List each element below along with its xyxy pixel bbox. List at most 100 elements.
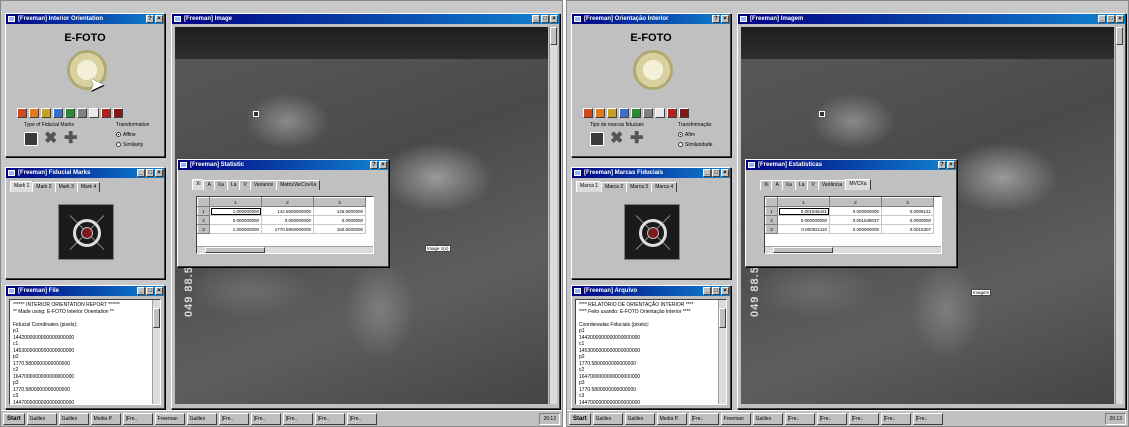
window-titlebar[interactable]: [Freeman] Arquivo _ □ × bbox=[572, 286, 730, 296]
maximize-button[interactable]: □ bbox=[712, 287, 720, 295]
close-button[interactable]: × bbox=[155, 287, 163, 295]
report-icon[interactable] bbox=[77, 108, 87, 118]
grid-cell[interactable]: 0.000000000 bbox=[829, 206, 882, 216]
minimize-button[interactable]: _ bbox=[137, 169, 145, 177]
taskbar-button[interactable]: Freeman bbox=[720, 412, 751, 425]
exit-icon[interactable] bbox=[113, 108, 123, 118]
close-button[interactable]: × bbox=[1116, 15, 1124, 23]
close-button[interactable]: × bbox=[155, 169, 163, 177]
window-titlebar[interactable]: [Freeman] Marcas Fiduciais _ □ × bbox=[572, 168, 730, 178]
taskbar-button[interactable]: [Fre.. bbox=[346, 412, 377, 425]
taskbar-button[interactable]: [Fre.. bbox=[250, 412, 281, 425]
maximize-button[interactable]: □ bbox=[712, 169, 720, 177]
grid-horizontal-scrollbar[interactable] bbox=[197, 246, 373, 253]
calculate-icon[interactable] bbox=[631, 108, 641, 118]
image-scrollbar[interactable] bbox=[549, 27, 557, 404]
help-button[interactable]: ? bbox=[146, 15, 154, 23]
window-titlebar[interactable]: [Freeman] Image _ □ × bbox=[172, 14, 559, 24]
maximize-button[interactable]: □ bbox=[146, 287, 154, 295]
tab-mark-4[interactable]: Marca 4 bbox=[651, 182, 678, 192]
grid-horizontal-scrollbar[interactable] bbox=[765, 246, 941, 253]
close-button[interactable]: × bbox=[721, 15, 729, 23]
tab-mark-2[interactable]: Marca 2 bbox=[601, 182, 628, 192]
help-button[interactable]: ? bbox=[370, 161, 378, 169]
grid-cell[interactable]: 1770.5800000000 bbox=[261, 224, 314, 234]
grid-cell[interactable]: 0.000921110 bbox=[777, 224, 830, 234]
window-titlebar[interactable]: [Freeman] Statistic ? × bbox=[178, 160, 388, 170]
tab-variance[interactable]: Variance bbox=[249, 180, 278, 190]
close-button[interactable]: × bbox=[155, 15, 163, 23]
affine-radio[interactable]: Affine bbox=[116, 132, 136, 138]
zoom-icon[interactable] bbox=[53, 108, 63, 118]
taskbar-button[interactable]: [Fre.. bbox=[848, 412, 879, 425]
start-button[interactable]: Start bbox=[569, 412, 591, 425]
save-icon[interactable] bbox=[607, 108, 617, 118]
window-titlebar[interactable]: [Freeman] Estatísticas ? × bbox=[746, 160, 956, 170]
tab-variance[interactable]: Variância bbox=[817, 180, 847, 190]
marker-icon[interactable] bbox=[101, 108, 111, 118]
help-button[interactable]: ? bbox=[712, 15, 720, 23]
grid-cell[interactable]: 0.0000000 bbox=[313, 215, 366, 225]
window-titlebar[interactable]: [Freeman] Fiducial Marks _ □ × bbox=[6, 168, 164, 178]
tab-xa[interactable]: Xa bbox=[213, 180, 228, 190]
affine-radio[interactable]: Afim bbox=[678, 132, 695, 138]
grid-cell[interactable]: 0.000000000 bbox=[829, 224, 882, 234]
tab-la[interactable]: La bbox=[226, 180, 241, 190]
window-titlebar[interactable]: [Freeman] Orientação Interior ? × bbox=[572, 14, 730, 24]
tab-mark-1[interactable]: Marca 1 bbox=[576, 181, 603, 192]
tab-mark-2[interactable]: Mark 2 bbox=[32, 182, 56, 192]
grid-cell[interactable]: 0.000000000 bbox=[777, 215, 830, 225]
grid-cell[interactable]: 0.0000000 bbox=[881, 215, 934, 225]
tab-mark-1[interactable]: Mark 1 bbox=[10, 181, 34, 192]
window-titlebar[interactable]: [Freeman] Imagem _ □ × bbox=[738, 14, 1125, 24]
close-button[interactable]: × bbox=[721, 287, 729, 295]
grid-cell[interactable]: 0.0005121 bbox=[881, 206, 934, 216]
grid-cell[interactable]: 0.000000000 bbox=[261, 215, 314, 225]
help-button[interactable]: ? bbox=[938, 161, 946, 169]
taskbar-button[interactable]: Galileo bbox=[752, 412, 783, 425]
taskbar-button[interactable]: [Fre.. bbox=[218, 412, 249, 425]
statistics-grid[interactable]: 1 2 3 1 0.001546421 0.000000000 0.000512… bbox=[764, 196, 942, 254]
marker-icon[interactable] bbox=[667, 108, 677, 118]
grid-cell[interactable]: 0.001546421 bbox=[777, 206, 830, 216]
calculate-icon[interactable] bbox=[65, 108, 75, 118]
system-tray-clock[interactable]: 20:13 bbox=[539, 412, 560, 425]
taskbar-button[interactable]: Galileo bbox=[58, 412, 89, 425]
close-button[interactable]: × bbox=[721, 169, 729, 177]
fiducial-type-plus-icon[interactable]: ✚ bbox=[630, 131, 646, 147]
report-scrollbar[interactable] bbox=[718, 300, 726, 404]
taskbar-button[interactable]: [Fre.. bbox=[122, 412, 153, 425]
taskbar-button[interactable]: [Fre.. bbox=[688, 412, 719, 425]
taskbar-button[interactable]: Galileo bbox=[624, 412, 655, 425]
exit-icon[interactable] bbox=[679, 108, 689, 118]
similarity-radio[interactable]: Similarity bbox=[116, 142, 143, 148]
save-icon[interactable] bbox=[41, 108, 51, 118]
tab-xa[interactable]: Xa bbox=[781, 180, 796, 190]
grid-cell[interactable]: 0.0015307 bbox=[881, 224, 934, 234]
grid-cell[interactable]: 1.000000000 bbox=[209, 224, 262, 234]
fiducial-marker[interactable] bbox=[819, 111, 825, 117]
tab-mark-3[interactable]: Mark 3 bbox=[54, 182, 78, 192]
report-text[interactable]: **** RELATÓRIO DE ORIENTAÇÃO INTERIOR **… bbox=[575, 299, 727, 405]
maximize-button[interactable]: □ bbox=[541, 15, 549, 23]
fiducial-type-cross-icon[interactable]: ✖ bbox=[610, 131, 626, 147]
open-project-icon[interactable] bbox=[17, 108, 27, 118]
blank-tool-icon[interactable] bbox=[655, 108, 665, 118]
tab-matrix-varcov[interactable]: MatrixVarCovXa bbox=[276, 180, 321, 190]
taskbar-button[interactable]: Freeman bbox=[154, 412, 185, 425]
tab-mark-3[interactable]: Marca 3 bbox=[626, 182, 653, 192]
taskbar-button[interactable]: Galileo bbox=[592, 412, 623, 425]
blank-tool-icon[interactable] bbox=[89, 108, 99, 118]
fiducial-marker[interactable] bbox=[253, 111, 259, 117]
tab-mark-4[interactable]: Mark 4 bbox=[76, 182, 101, 192]
report-text[interactable]: ****** INTERIOR ORIENTATION REPORT *****… bbox=[9, 299, 161, 405]
minimize-button[interactable]: _ bbox=[703, 169, 711, 177]
statistics-grid[interactable]: 1 2 3 1 1.000000000 142.5000000000 145.5… bbox=[196, 196, 374, 254]
taskbar-button[interactable]: Galileo bbox=[26, 412, 57, 425]
grid-cell[interactable]: 1.000000000 bbox=[209, 206, 262, 216]
close-button[interactable]: × bbox=[379, 161, 387, 169]
close-button[interactable]: × bbox=[947, 161, 955, 169]
open-image-icon[interactable] bbox=[595, 108, 605, 118]
grid-cell[interactable]: 0.000000000 bbox=[209, 215, 262, 225]
system-tray-clock[interactable]: 20:13 bbox=[1105, 412, 1126, 425]
